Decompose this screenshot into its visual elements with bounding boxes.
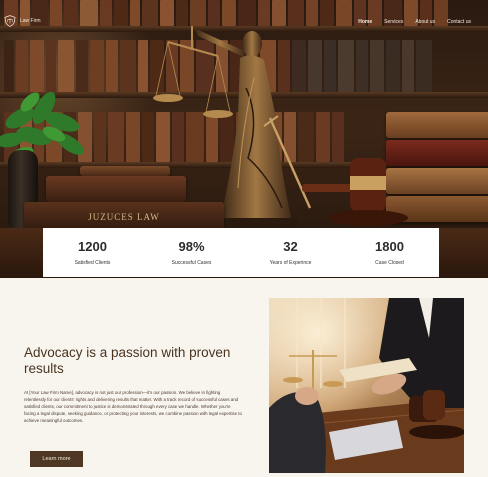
stat-satisfied-clients: 1200 Satisfied Clients: [43, 238, 142, 266]
gavel-icon: [302, 158, 408, 226]
top-nav: Law Firm Home Services About us Contact …: [0, 0, 488, 44]
nav-link-about-us[interactable]: About us: [415, 19, 435, 25]
logo-text: Law Firm: [20, 18, 41, 24]
stat-value: 98%: [178, 238, 205, 254]
lawyer-meeting-image: [269, 298, 464, 473]
stat-label: Case Closed: [375, 259, 404, 266]
nav-link-services[interactable]: Services: [384, 19, 403, 25]
stats-bar: 1200 Satisfied Clients 98% Successful Ca…: [43, 228, 439, 277]
nav-links: Home Services About us Contact us: [358, 19, 471, 25]
stat-value: 1200: [78, 238, 107, 254]
about-heading: Advocacy is a passion with proven result…: [24, 345, 231, 376]
stat-value: 32: [283, 238, 298, 254]
logo[interactable]: Law Firm: [4, 15, 41, 27]
nav-link-home[interactable]: Home: [358, 19, 372, 25]
stat-years-experience: 32 Years of Experince: [241, 238, 340, 266]
stat-label: Successful Cases: [171, 259, 212, 266]
book-stack: JUZUCES LAW: [24, 166, 224, 232]
stat-label: Years of Experince: [269, 259, 312, 266]
book-spine-text: JUZUCES LAW: [88, 212, 160, 222]
stat-value: 1800: [375, 238, 404, 254]
learn-more-button[interactable]: Learn more: [30, 451, 83, 467]
stat-label: Satisfied Clients: [74, 259, 111, 266]
about-body-text: At [Your Law Firm Name], advocacy is not…: [24, 390, 242, 423]
stat-successful-cases: 98% Successful Cases: [142, 238, 241, 266]
stat-case-closed: 1800 Case Closed: [340, 238, 439, 266]
lawyer-meeting-photo: [269, 298, 464, 473]
nav-link-contact-us[interactable]: Contact us: [447, 19, 471, 25]
shield-scales-icon: [4, 15, 16, 27]
